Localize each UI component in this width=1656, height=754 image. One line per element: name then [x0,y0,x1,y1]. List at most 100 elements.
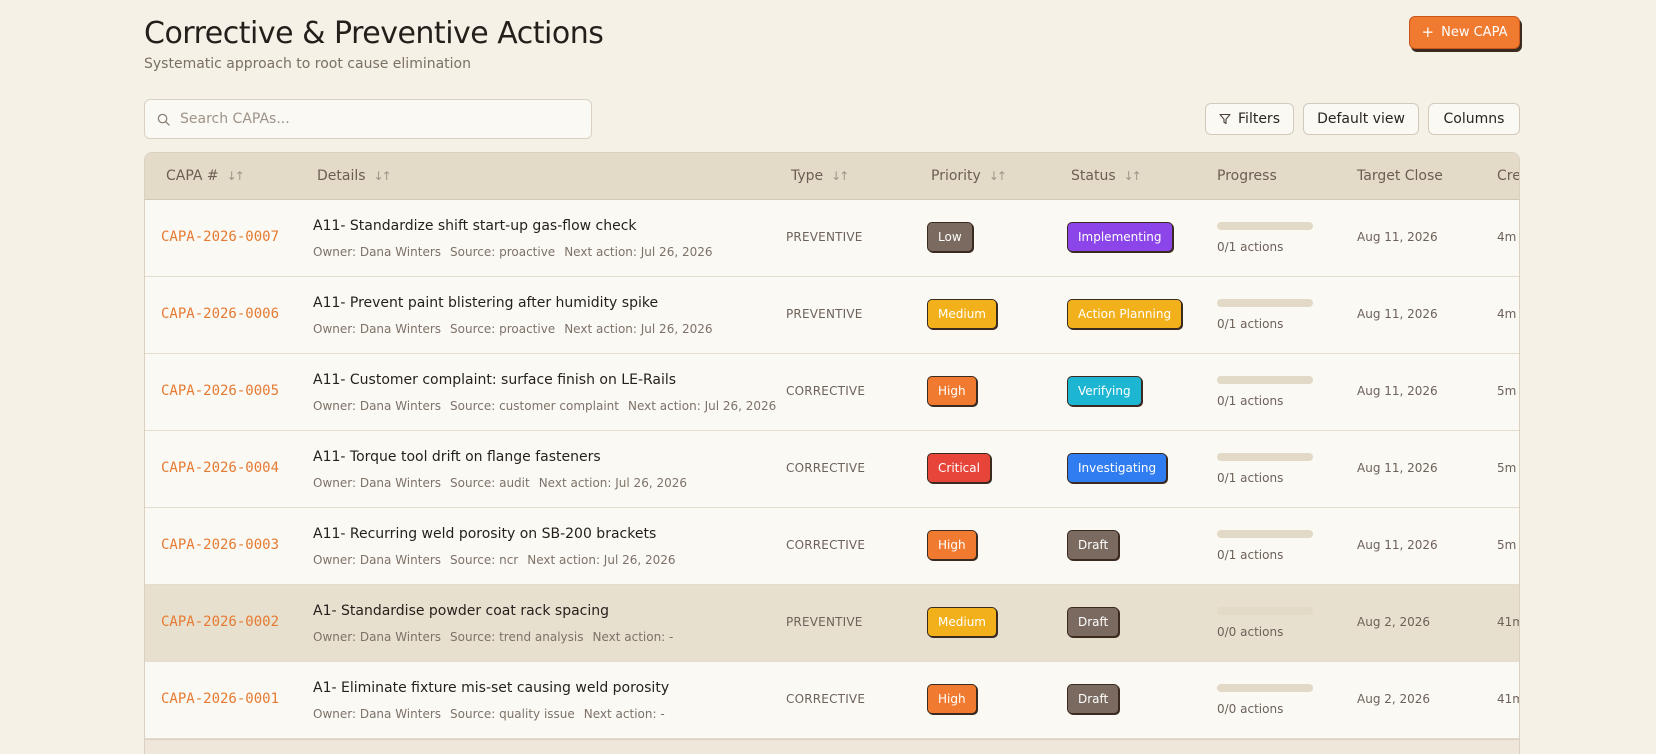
priority-badge: Low [927,222,973,252]
created-time: 5m a [1497,384,1519,398]
next-action-text: Next action: - [583,707,665,721]
capa-title: A11- Recurring weld porosity on SB-200 b… [313,526,657,542]
source-text: Source: quality issue [450,707,575,721]
default-view-label: Default view [1317,111,1405,127]
created-time: 5m a [1497,538,1519,552]
page-subtitle: Systematic approach to root cause elimin… [144,56,471,72]
next-action-text: Next action: Jul 26, 2026 [527,553,676,567]
capa-title: A1- Eliminate fixture mis-set causing we… [313,680,670,696]
type-text: CORRECTIVE [786,461,866,475]
progress-text: 0/1 actions [1217,394,1284,408]
created-time: 4m a [1497,230,1519,244]
owner-text: Owner: Dana Winters [313,707,442,721]
filters-button[interactable]: Filters [1205,103,1294,135]
capa-title: A11- Torque tool drift on flange fastene… [313,449,601,465]
progress-bar [1217,376,1313,384]
capa-meta: Owner: Dana Winters Source: proactive Next… [313,245,713,259]
type-text: PREVENTIVE [786,615,863,629]
priority-badge: High [927,530,977,560]
owner-text: Owner: Dana Winters [313,245,442,259]
table-row[interactable]: CAPA-2026-0006 A11- Prevent paint blister… [145,277,1519,354]
sort-icon: ↓↑ [831,169,849,183]
capa-id-link[interactable]: CAPA-2026-0007 [161,229,279,245]
status-badge: Draft [1067,607,1120,637]
capa-id-link[interactable]: CAPA-2026-0001 [161,691,279,707]
sort-icon: ↓↑ [373,169,392,183]
table-row[interactable]: CAPA-2026-0002 A1- Standardise powder coa… [145,585,1519,662]
next-action-text: Next action: - [592,630,674,644]
search-input[interactable] [180,111,580,127]
table-row[interactable]: CAPA-2026-0004 A11- Torque tool drift on … [145,431,1519,508]
type-text: CORRECTIVE [786,692,866,706]
column-header-priority[interactable]: Priority ↓↑ [931,168,1007,184]
sort-icon: ↓↑ [1123,169,1142,183]
type-text: CORRECTIVE [786,538,866,552]
column-header-created: Cre [1497,168,1520,184]
capa-id-link[interactable]: CAPA-2026-0004 [161,460,279,476]
target-close-date: Aug 11, 2026 [1357,538,1438,552]
progress-text: 0/1 actions [1217,317,1284,331]
owner-text: Owner: Dana Winters [313,553,442,567]
priority-badge: Critical [927,453,991,483]
created-time: 41m [1497,692,1519,706]
sort-icon: ↓↑ [226,169,245,183]
next-action-text: Next action: Jul 26, 2026 [628,399,777,413]
progress-text: 0/1 actions [1217,471,1284,485]
column-header-progress: Progress [1217,168,1277,184]
target-close-date: Aug 2, 2026 [1357,615,1431,629]
created-time: 4m a [1497,307,1519,321]
column-header-status[interactable]: Status ↓↑ [1071,168,1142,184]
column-header-type[interactable]: Type ↓↑ [791,168,849,184]
source-text: Source: trend analysis [450,630,584,644]
source-text: Source: proactive [450,245,556,259]
progress-text: 0/1 actions [1217,240,1284,254]
target-close-date: Aug 11, 2026 [1357,307,1438,321]
column-header-capa[interactable]: CAPA # ↓↑ [166,168,245,184]
next-action-text: Next action: Jul 26, 2026 [564,245,713,259]
created-time: 41m [1497,615,1519,629]
table-row[interactable]: CAPA-2026-0003 A11- Recurring weld porosi… [145,508,1519,585]
search-icon [157,113,170,126]
table-row[interactable]: CAPA-2026-0007 A11- Standardize shift sta… [145,200,1519,277]
capa-title: A11- Standardize shift start-up gas-flow… [313,218,637,234]
source-text: Source: ncr [450,553,519,567]
capa-page: Corrective & Preventive Actions Systemat… [0,0,1656,754]
capa-id-link[interactable]: CAPA-2026-0002 [161,614,279,630]
capa-meta: Owner: Dana Winters Source: trend analysi… [313,630,673,644]
capa-meta: Owner: Dana Winters Source: proactive Next… [313,322,713,336]
funnel-icon [1219,113,1231,125]
progress-bar [1217,530,1313,538]
status-badge: Action Planning [1067,299,1183,329]
status-badge: Implementing [1067,222,1173,252]
capa-table: CAPA # ↓↑ Details ↓↑ Type ↓↑ Priority ↓↑… [144,152,1520,754]
capa-title: A11- Customer complaint: surface finish … [313,372,677,388]
capa-meta: Owner: Dana Winters Source: ncr Next actio… [313,553,676,567]
new-capa-button[interactable]: + New CAPA [1409,16,1520,49]
default-view-button[interactable]: Default view [1303,103,1419,135]
capa-id-link[interactable]: CAPA-2026-0005 [161,383,279,399]
search-box[interactable] [144,99,592,139]
columns-button[interactable]: Columns [1428,103,1520,135]
target-close-date: Aug 2, 2026 [1357,692,1431,706]
capa-id-link[interactable]: CAPA-2026-0003 [161,537,279,553]
status-badge: Verifying [1067,376,1142,406]
target-close-date: Aug 11, 2026 [1357,384,1438,398]
table-footer [145,739,1519,754]
priority-badge: Medium [927,299,997,329]
target-close-date: Aug 11, 2026 [1357,230,1438,244]
owner-text: Owner: Dana Winters [313,476,442,490]
type-text: CORRECTIVE [786,384,866,398]
capa-meta: Owner: Dana Winters Source: quality issue… [313,707,665,721]
column-header-target-close: Target Close [1357,168,1443,184]
column-header-details[interactable]: Details ↓↑ [317,168,392,184]
priority-badge: High [927,684,977,714]
capa-title: A11- Prevent paint blistering after humi… [313,295,659,311]
columns-label: Columns [1443,111,1505,127]
next-action-text: Next action: Jul 26, 2026 [564,322,713,336]
capa-id-link[interactable]: CAPA-2026-0006 [161,306,279,322]
progress-text: 0/0 actions [1217,702,1284,716]
table-row[interactable]: CAPA-2026-0005 A11- Customer complaint: s… [145,354,1519,431]
table-row[interactable]: CAPA-2026-0001 A1- Eliminate fixture mis-… [145,662,1519,739]
table-header: CAPA # ↓↑ Details ↓↑ Type ↓↑ Priority ↓↑… [145,153,1520,200]
type-text: PREVENTIVE [786,307,863,321]
